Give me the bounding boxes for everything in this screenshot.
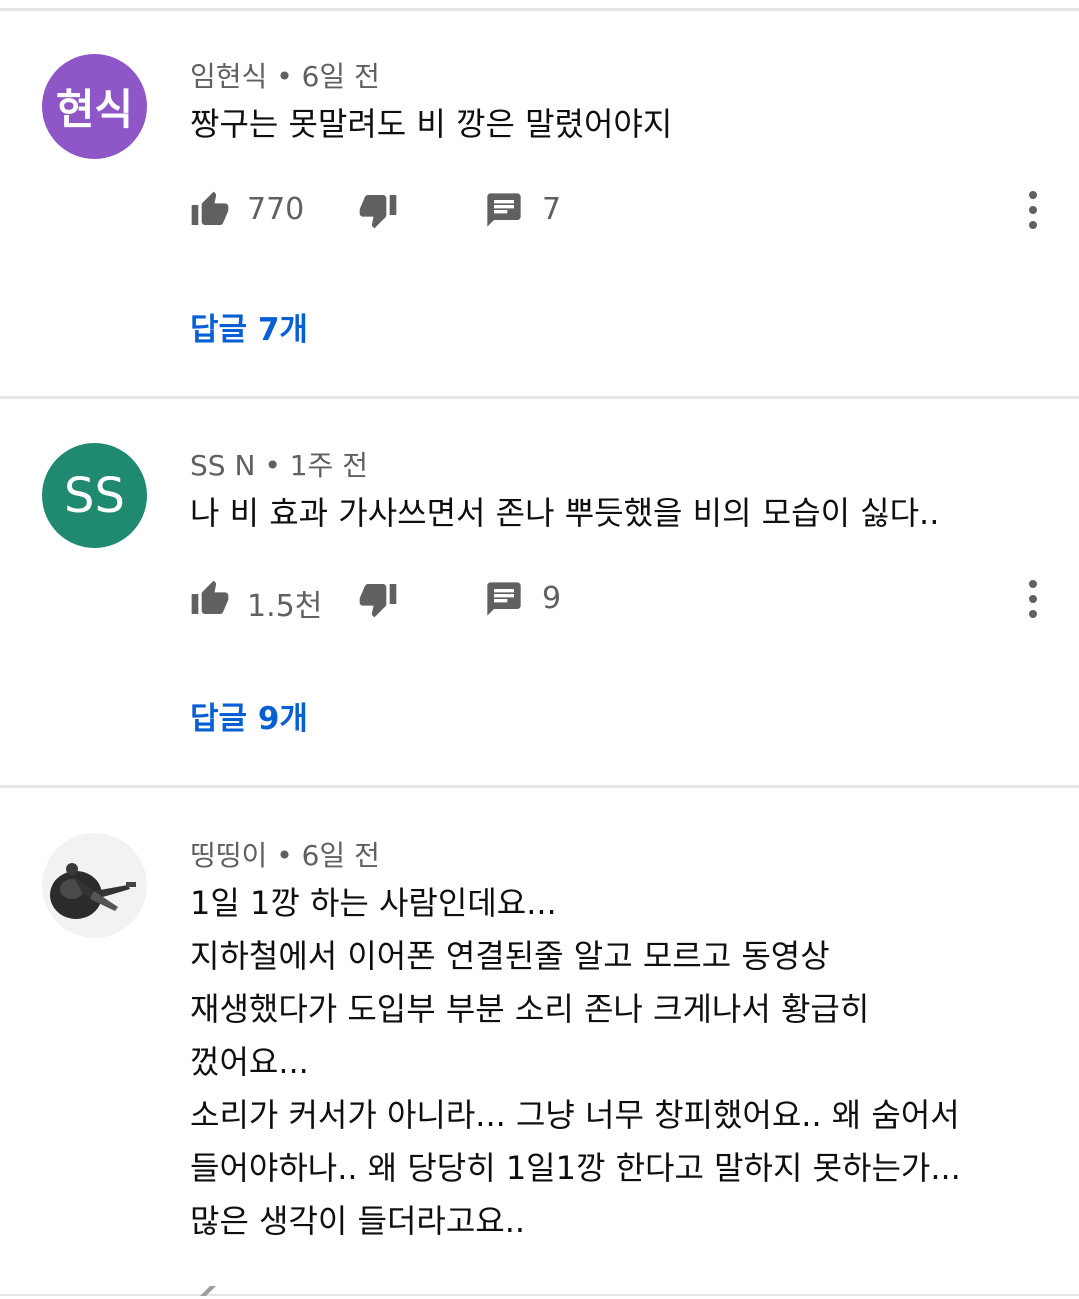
avatar-initials: SS — [64, 467, 125, 524]
thumb-down-icon[interactable] — [358, 190, 398, 230]
bottom-divider — [0, 1294, 1079, 1296]
comment-actions: 1.5천 9 — [190, 575, 1050, 624]
comment-time[interactable]: 6일 전 — [302, 60, 380, 93]
comment-line: 많은 생각이 들더라고요.. — [190, 1202, 526, 1240]
author-name[interactable]: SS N — [190, 449, 255, 482]
comment-icon[interactable] — [484, 190, 524, 230]
like-count: 770 — [247, 192, 305, 227]
view-replies-button[interactable]: 답글 7개 — [190, 304, 308, 349]
top-divider — [0, 8, 1079, 11]
comment-meta: 임현식 • 6일 전 — [190, 55, 380, 95]
comment-actions: 770 7 — [190, 186, 1050, 234]
comment-line: 나 비 효과 가사쓰면서 존나 뿌듯했을 비의 모습이 싫다.. — [190, 494, 940, 532]
reply-count: 7 — [542, 192, 562, 227]
meta-separator: • — [276, 839, 302, 872]
comment-time[interactable]: 1주 전 — [290, 449, 368, 482]
thumb-up-icon[interactable] — [190, 579, 230, 619]
meta-separator: • — [276, 60, 302, 93]
author-name[interactable]: 임현식 — [190, 60, 267, 93]
comment-icon[interactable] — [484, 579, 524, 619]
comment-divider — [0, 396, 1079, 399]
comment-line: 짱구는 못말려도 비 깡은 말렸어야지 — [190, 105, 673, 143]
comment-time[interactable]: 6일 전 — [302, 839, 380, 872]
author-name[interactable]: 띵띵이 — [190, 839, 267, 872]
avatar[interactable]: 현식 — [42, 54, 147, 159]
comment-line: 껐어요... — [190, 1043, 309, 1081]
comment-meta: SS N • 1주 전 — [190, 444, 368, 484]
avatar-initials: 현식 — [55, 85, 134, 134]
reply-count: 9 — [542, 581, 562, 616]
comment-text: 나 비 효과 가사쓰면서 존나 뿌듯했을 비의 모습이 싫다.. — [190, 487, 939, 540]
like-count: 1.5천 — [247, 589, 323, 624]
comment-text: 1일 1깡 하는 사람인데요... 지하철에서 이어폰 연결된줄 알고 모르고 … — [190, 877, 961, 1248]
view-replies-button[interactable]: 답글 9개 — [190, 693, 308, 738]
more-vertical-icon[interactable] — [1023, 577, 1043, 621]
comment-line: 지하철에서 이어폰 연결된줄 알고 모르고 동영상 — [190, 937, 830, 975]
avatar-image — [42, 833, 147, 938]
comment-meta: 띵띵이 • 6일 전 — [190, 834, 380, 874]
comment-divider — [0, 785, 1079, 788]
avatar-photo[interactable] — [42, 833, 147, 938]
avatar[interactable]: SS — [42, 443, 147, 548]
more-vertical-icon[interactable] — [1023, 188, 1043, 232]
comment-text: 짱구는 못말려도 비 깡은 말렸어야지 — [190, 98, 672, 151]
partial-icon — [200, 1286, 216, 1296]
thumb-down-icon[interactable] — [358, 579, 398, 619]
comment-line: 소리가 커서가 아니라... 그냥 너무 창피했어요.. 왜 숨어서 — [190, 1096, 960, 1134]
thumb-up-icon[interactable] — [190, 190, 230, 230]
comment-line: 들어야하나.. 왜 당당히 1일1깡 한다고 말하지 못하는가... — [190, 1149, 961, 1187]
meta-separator: • — [264, 449, 290, 482]
comment-line: 1일 1깡 하는 사람인데요... — [190, 884, 557, 922]
comment-line: 재생했다가 도입부 부분 소리 존나 크게나서 황급히 — [190, 990, 870, 1028]
